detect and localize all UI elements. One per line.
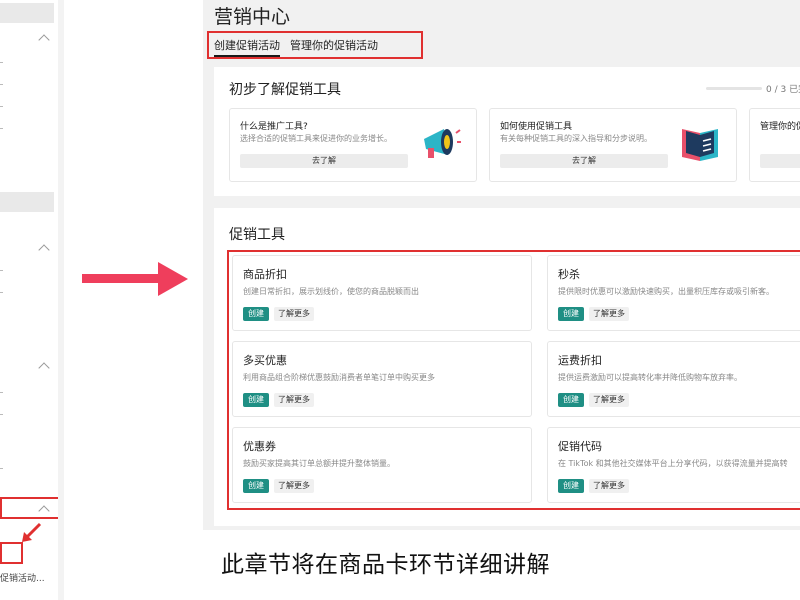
sidebar-scrollbar[interactable]	[58, 0, 64, 600]
create-button[interactable]: 创建	[558, 393, 584, 407]
create-button[interactable]: 创建	[243, 393, 269, 407]
tool-title: 多买优惠	[243, 354, 287, 367]
pointer-arrow-icon	[22, 522, 42, 542]
tool-desc: 创建日常折扣，展示划线价，使您的商品脱颖而出	[243, 287, 419, 296]
marketing-center-panel: 营销中心 创建促销活动 管理你的促销活动 初步了解促销工具 0 / 3 已完 什…	[203, 0, 800, 530]
tool-card-shipping-discount[interactable]: 运费折扣 提供运费激励可以提高转化率并降低购物车放弃率。 创建 了解更多	[547, 341, 800, 417]
learn-button[interactable]: 去了解	[500, 154, 668, 168]
intro-card-how[interactable]: 如何使用促销工具 有关每种促销工具的深入指导和分步说明。 去了解	[489, 108, 737, 182]
tool-title: 运费折扣	[558, 354, 602, 367]
intro-card-title: 如何使用促销工具	[500, 122, 573, 132]
tool-card-flash-sale[interactable]: 秒杀 提供限时优惠可以激励快速购买，出量积压库存或吸引新客。 创建 了解更多	[547, 255, 800, 331]
chevron-up-icon[interactable]	[38, 244, 50, 256]
tool-desc: 在 TikTok 和其他社交媒体平台上分享代码，以获得流量并提高转	[558, 459, 788, 468]
tool-desc: 利用商品组合阶梯优惠鼓励消费者单笔订单中购买更多	[243, 373, 435, 382]
intro-card-title: 什么是推广工具?	[240, 122, 308, 132]
tool-card-coupon[interactable]: 优惠券 鼓励买家提高其订单总额并提升整体销量。 创建 了解更多	[232, 427, 532, 503]
tool-desc: 鼓励买家提高其订单总额并提升整体销量。	[243, 459, 395, 468]
learn-more-button[interactable]: 了解更多	[274, 479, 314, 493]
create-button[interactable]: 创建	[558, 307, 584, 321]
learn-more-button[interactable]: 了解更多	[274, 393, 314, 407]
sidebar-item[interactable]	[0, 292, 3, 293]
sidebar-item[interactable]	[0, 128, 3, 129]
learn-button[interactable]: 去了解	[240, 154, 408, 168]
intro-card-desc: 有关每种促销工具的深入指导和分步说明。	[500, 134, 652, 143]
page: 促销活动... 营销中心 创建促销活动 管理你的促销活动 初步了解促销工具 0 …	[0, 0, 800, 600]
intro-card-title: 管理你的促	[760, 122, 800, 132]
book-icon	[682, 129, 718, 161]
sidebar-highlight-box	[0, 497, 60, 519]
sidebar-group-header[interactable]	[0, 3, 54, 23]
chevron-up-icon[interactable]	[38, 362, 50, 374]
pointer-arrow-icon	[82, 262, 188, 296]
page-title: 营销中心	[214, 6, 291, 28]
intro-card-manage[interactable]: 管理你的促	[749, 108, 800, 182]
megaphone-icon	[424, 129, 461, 158]
sidebar-item[interactable]	[0, 414, 3, 415]
tool-desc: 提供限时优惠可以激励快速购买，出量积压库存或吸引新客。	[558, 287, 774, 296]
tool-title: 商品折扣	[243, 268, 287, 281]
create-button[interactable]: 创建	[558, 479, 584, 493]
section-title: 初步了解促销工具	[229, 82, 341, 98]
intro-section: 初步了解促销工具 0 / 3 已完 什么是推广工具? 选择合适的促销工具来促进你…	[214, 67, 800, 196]
tool-title: 优惠券	[243, 440, 276, 453]
tool-card-promo-code[interactable]: 促销代码 在 TikTok 和其他社交媒体平台上分享代码，以获得流量并提高转 创…	[547, 427, 800, 503]
tool-title: 促销代码	[558, 440, 602, 453]
tab-manage-promotions[interactable]: 管理你的促销活动	[290, 37, 378, 53]
sidebar-item-highlight-box	[0, 542, 23, 564]
sidebar-item[interactable]	[0, 84, 3, 85]
tools-section: 促销工具 商品折扣 创建日常折扣，展示划线价，使您的商品脱颖而出 创建 了解更多…	[214, 208, 800, 526]
sidebar: 促销活动...	[0, 0, 60, 600]
create-button[interactable]: 创建	[243, 307, 269, 321]
caption-text: 此章节将在商品卡环节详细讲解	[221, 552, 550, 578]
progress-text: 0 / 3 已完	[766, 85, 800, 95]
sidebar-item[interactable]	[0, 106, 3, 107]
tab-create-promotion[interactable]: 创建促销活动	[214, 37, 280, 57]
tool-desc: 提供运费激励可以提高转化率并降低购物车放弃率。	[558, 373, 742, 382]
intro-card-what[interactable]: 什么是推广工具? 选择合适的促销工具来促进你的业务增长。 去了解	[229, 108, 477, 182]
learn-more-button[interactable]: 了解更多	[589, 479, 629, 493]
create-button[interactable]: 创建	[243, 479, 269, 493]
learn-more-button[interactable]: 了解更多	[589, 307, 629, 321]
sidebar-item[interactable]	[0, 270, 3, 271]
intro-card-desc: 选择合适的促销工具来促进你的业务增长。	[240, 134, 392, 143]
section-title: 促销工具	[229, 227, 285, 243]
learn-more-button[interactable]: 了解更多	[274, 307, 314, 321]
sidebar-item[interactable]	[0, 468, 3, 469]
sidebar-item[interactable]	[0, 62, 3, 63]
learn-more-button[interactable]: 了解更多	[589, 393, 629, 407]
chevron-up-icon[interactable]	[38, 34, 50, 46]
sidebar-group-header[interactable]	[0, 192, 54, 212]
tool-card-product-discount[interactable]: 商品折扣 创建日常折扣，展示划线价，使您的商品脱颖而出 创建 了解更多	[232, 255, 532, 331]
sidebar-item-label[interactable]: 促销活动...	[0, 571, 45, 584]
tool-title: 秒杀	[558, 268, 580, 281]
sidebar-item[interactable]	[0, 392, 3, 393]
tool-card-bundle-deal[interactable]: 多买优惠 利用商品组合阶梯优惠鼓励消费者单笔订单中购买更多 创建 了解更多	[232, 341, 532, 417]
progress-bar	[706, 87, 762, 90]
learn-button[interactable]	[760, 154, 800, 168]
